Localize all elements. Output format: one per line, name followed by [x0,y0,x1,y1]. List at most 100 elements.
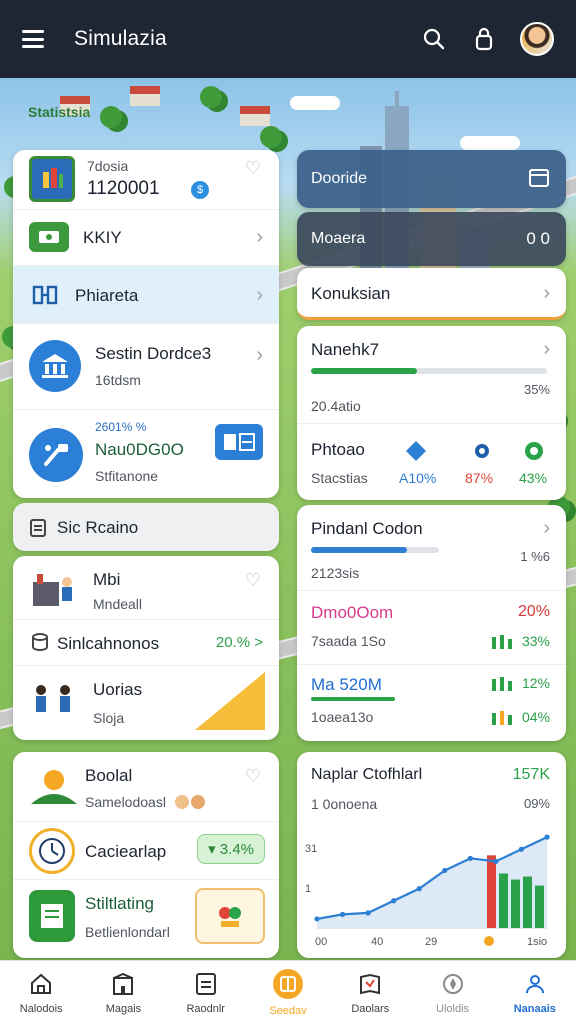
nav-item-explore[interactable]: Uloldis [411,961,493,1024]
data-point [339,911,346,917]
heart-icon[interactable]: ♡ [245,158,261,179]
stat-value: 87% [465,470,494,486]
row-subtitle: Mndeall [93,596,143,612]
fruit-icon [173,793,207,811]
row-title: Boolal [85,766,133,785]
row-title: Mbi [93,570,121,589]
bank-icon [29,340,81,392]
list-item[interactable]: Ma 520M 1oaea13o 12% 04% [297,665,566,741]
progress-bar [311,547,439,553]
list-item-stiltlating[interactable]: Stiltlating Betlienlondarl [13,880,279,956]
data-point [442,867,448,874]
item-change: 33% [521,633,550,649]
chart-bar [523,876,532,928]
stat-value: A10% [399,470,437,486]
list-item[interactable]: Dmo0Oom 7saada 1So 20% 33% [297,591,566,665]
stats-card: 7dosia 1120001 $ ♡ KKIY › Phiareta › Ses… [13,150,279,498]
map-icon [357,971,383,997]
chevron-right-icon: › [543,282,550,304]
coin-icon: $ [191,181,209,199]
bars-icon [490,633,514,649]
tools-icon [29,428,83,482]
tile-icon [272,968,303,999]
search-icon[interactable] [420,25,448,53]
cylinder-icon [31,633,49,651]
nav-label: Nanaais [513,1002,556,1015]
chevron-right-icon: › [256,344,263,366]
list-item-boolal[interactable]: Boolal Samelodoasl ♡ [13,752,279,822]
menu-icon[interactable] [22,30,44,48]
compass-icon [440,971,466,997]
nav-item-seedav[interactable]: Seedav [247,961,329,1024]
side-value: 1 %6 [520,549,550,564]
product-icon [195,888,265,944]
transit-icon [31,280,61,310]
heart-icon[interactable]: ♡ [245,766,261,787]
row-subtitle: Stfitanone [95,468,159,484]
profile-row[interactable]: 7dosia 1120001 $ ♡ [13,150,279,210]
list-item-phiareta[interactable]: Phiareta › [13,266,279,324]
list-header-row[interactable]: Pindanl Codon › 1 %6 2123sis [297,505,566,591]
x-tick-label: 29 [425,936,437,948]
list-item-label: Phiareta [75,286,139,305]
row-title: Pindanl Codon [311,519,423,538]
chart-card[interactable]: Naplar Ctofhlarl 157K 1 0onoena 09% 31 1 0… [297,752,566,958]
item-subtitle: 1oaea13o [311,709,374,725]
chart-bar [535,885,544,928]
row-subtitle: 2123sis [311,565,360,581]
progress-row[interactable]: Nanehk7 › 35% 20.4atio [297,326,566,424]
list-item-mbi[interactable]: Mbi Mndeall ♡ [13,556,279,620]
gear-icon [471,440,493,462]
chevron-right-icon: › [256,284,263,306]
list-item-kkiy[interactable]: KKIY › [13,210,279,266]
progress-percent: 35% [523,382,550,397]
list-item-uorias[interactable]: Uorias Sloja [13,666,279,740]
banner-moaera[interactable]: Moaera 0 0 [297,212,566,266]
growth-chart-icon [195,672,265,730]
list-item-caciearlap[interactable]: Caciearlap ▾ 3.4% [13,822,279,880]
heart-icon[interactable]: ♡ [245,570,261,591]
stats-row[interactable]: Phtoao Stacstias A10% 87% 43% [297,424,566,500]
item-title: Ma 520M [311,675,382,694]
line-chart: 31 1 00 40 29 1sio [305,834,550,948]
item-change: 04% [521,709,550,725]
banner-title: Dooride [311,170,368,187]
clock-icon [29,828,75,874]
chevron-right-icon: › [256,226,263,248]
item-subtitle: 7saada 1So [311,633,386,649]
device-icon [215,424,263,460]
row-subtitle: Stacstias [311,470,368,486]
row-subtitle: Betlienlondarl [85,924,170,940]
stat-value: 43% [519,470,548,486]
lock-icon[interactable] [470,25,498,53]
row-title: Stiltlating [85,894,154,913]
row-subtitle: 16tdsm [95,372,141,388]
list-item-nau[interactable]: 2601% % Nau0DG0O Stfitanone [13,410,279,498]
x-tick-label: 40 [371,936,383,948]
bottom-navigation: Nalodois Magais Raodnlr Seedav Daolars U… [0,960,576,1024]
banner-konuksian[interactable]: Konuksian › [297,268,566,320]
list-item-sinlcahnonos[interactable]: Sinlcahnonos 20.% > [13,620,279,666]
bars-icon [490,675,514,691]
data-point [416,886,422,892]
avatar[interactable] [520,22,554,56]
nav-item-home[interactable]: Nalodois [0,961,82,1024]
nav-item-map[interactable]: Daolars [329,961,411,1024]
nav-label: Uloldis [436,1002,470,1015]
worker-card: Mbi Mndeall ♡ Sinlcahnonos 20.% > Uorias… [13,556,279,740]
row-subtitle: Samelodoasl [85,794,166,810]
nav-item-people[interactable]: Nanaais [494,961,576,1024]
list-card: Pindanl Codon › 1 %6 2123sis Dmo0Oom 7sa… [297,505,566,741]
app-title: Simulazia [74,27,167,50]
nav-item-reports[interactable]: Raodnlr [165,961,247,1024]
banner-dooride[interactable]: Dooride [297,150,566,208]
list-item-sestin[interactable]: Sestin Dordce3 16tdsm › [13,324,279,410]
people-icon [29,680,79,724]
x-tick-label: 1sio [527,936,547,948]
nav-item-buildings[interactable]: Magais [82,961,164,1024]
banner-title: Konuksian [311,284,391,303]
item-title: Dmo0Oom [311,603,394,622]
chevron-right-icon: › [543,338,550,360]
item-value: 12% [521,675,550,691]
nav-label: Nalodois [19,1002,63,1015]
